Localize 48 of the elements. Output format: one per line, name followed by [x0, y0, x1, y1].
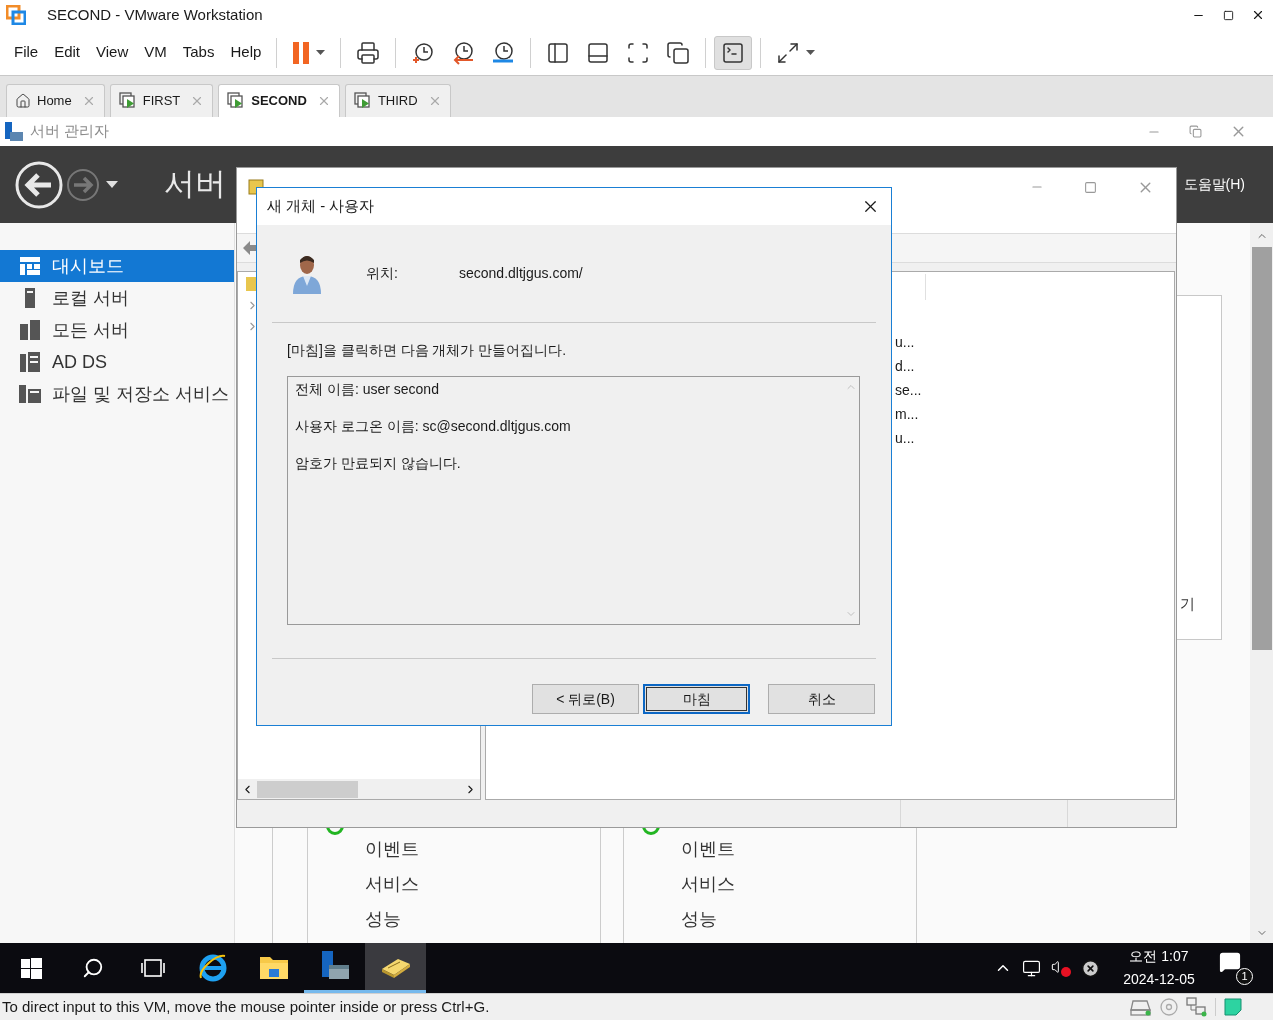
tile-item[interactable]: 이벤트: [681, 837, 916, 861]
location-label: 위치:: [366, 264, 399, 283]
tab[interactable]: Home: [6, 84, 105, 117]
tab[interactable]: FIRST: [109, 84, 214, 117]
page-heading: 서버: [164, 165, 226, 204]
window-title: 서버 관리자: [30, 121, 110, 142]
notification-button[interactable]: 1: [1219, 951, 1253, 985]
list-item[interactable]: se...: [895, 378, 922, 402]
tab-label: SECOND: [251, 92, 307, 111]
clock[interactable]: 오전 1:07 2024-12-05: [1118, 945, 1200, 991]
tile-item[interactable]: 이벤트: [365, 837, 600, 861]
tile-item[interactable]: 성능: [365, 907, 600, 931]
list-item[interactable]: u...: [895, 330, 922, 354]
window-title: SECOND - VMware Workstation: [47, 4, 263, 25]
sidebar-item[interactable]: 모든 서버: [0, 314, 234, 346]
location-value: second.dltjgus.com/: [459, 264, 583, 283]
instruction-text: [마침]을 클릭하면 다음 개체가 만들어집니다.: [287, 341, 568, 359]
tile-item[interactable]: 서비스: [681, 872, 916, 896]
tab[interactable]: SECOND: [218, 84, 340, 117]
summary-line: 전체 이름: user second: [295, 380, 440, 398]
dialog-button[interactable]: < 뒤로(B): [532, 684, 639, 714]
menu-item[interactable]: Help: [222, 41, 270, 64]
dialog-button[interactable]: 취소: [768, 684, 875, 714]
menu-item[interactable]: File: [6, 41, 47, 64]
list-item[interactable]: u...: [895, 426, 922, 450]
menu-item[interactable]: View: [88, 41, 137, 64]
tab[interactable]: THIRD: [344, 84, 451, 117]
sidebar-item[interactable]: AD DS: [0, 346, 234, 378]
tile-item[interactable]: 서비스: [365, 872, 600, 896]
list-item[interactable]: m...: [895, 402, 922, 426]
sidebar-item[interactable]: 로컬 서버: [0, 282, 234, 314]
tab-label: FIRST: [142, 92, 181, 111]
tile-item[interactable]: 성능: [681, 907, 916, 931]
help-menu[interactable]: 도움말(H): [1183, 174, 1245, 195]
list-item[interactable]: d...: [895, 354, 922, 378]
menu-item[interactable]: Edit: [46, 41, 89, 64]
summary-line: 암호가 만료되지 않습니다.: [295, 454, 462, 472]
menu-item[interactable]: Tabs: [174, 41, 223, 64]
tab-label: Home: [37, 92, 72, 111]
dialog-button[interactable]: 마침: [643, 684, 750, 714]
sidebar-item[interactable]: 파일 및 저장소 서비스: [0, 378, 234, 410]
status-text: To direct input to this VM, move the mouse pointer inside or press Ctrl+G.: [2, 996, 490, 1017]
tab-label: THIRD: [377, 92, 418, 111]
sidebar-item[interactable]: 대시보드: [0, 250, 234, 282]
summary-line: 사용자 로그온 이름: sc@second.dltjgus.com: [295, 417, 572, 435]
panel-text: 기: [1180, 593, 1195, 614]
menu-item[interactable]: VM: [136, 41, 175, 64]
dialog-title: 새 개체 - 사용자: [267, 196, 375, 217]
